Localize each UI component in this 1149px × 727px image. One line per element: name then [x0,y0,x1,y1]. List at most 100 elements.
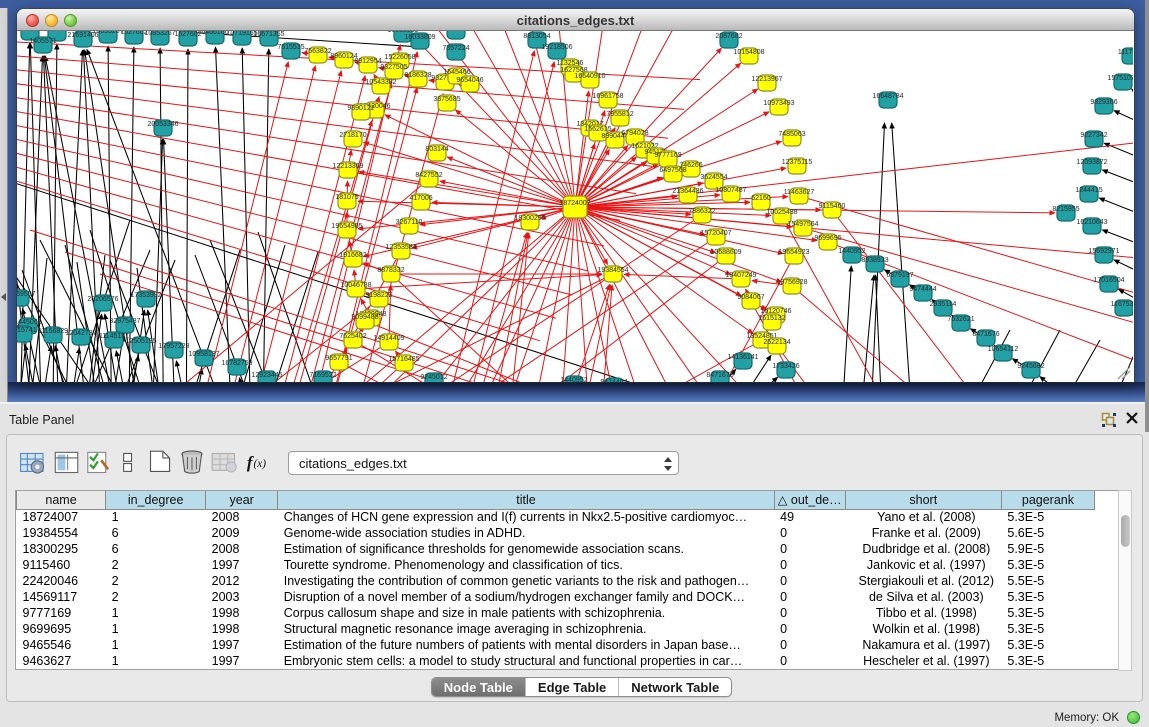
svg-text:9115460: 9115460 [819,203,846,210]
svg-text:1167533: 1167533 [1111,301,1133,308]
svg-text:8471676: 8471676 [972,331,999,338]
svg-text:1117530: 1117530 [1118,49,1133,56]
svg-text:3624554: 3624554 [700,174,727,181]
svg-text:9227342: 9227342 [1080,132,1107,139]
svg-text:10688609: 10688609 [710,249,741,256]
svg-text:10654112: 10654112 [988,346,1019,353]
svg-text:12375115: 12375115 [782,159,813,166]
svg-text:9198222: 9198222 [365,292,392,299]
svg-text:15751074: 15751074 [1107,75,1133,82]
svg-text:7563822: 7563822 [304,48,331,55]
svg-text:12923445: 12923445 [251,372,282,379]
svg-text:7357224: 7357224 [442,45,469,52]
svg-text:10973493: 10973493 [763,100,794,107]
svg-text:7632621: 7632621 [947,316,974,323]
svg-text:14136141: 14136141 [727,354,758,361]
svg-text:3875685: 3875685 [433,96,460,103]
svg-text:11156829: 11156829 [38,328,68,335]
svg-text:17353992: 17353992 [130,292,161,299]
svg-text:20053346: 20053346 [147,121,178,128]
svg-text:11463627: 11463627 [784,189,815,196]
svg-text:1527602: 1527602 [174,31,201,38]
svg-text:12213967: 12213967 [751,76,782,83]
svg-text:3267110: 3267110 [396,219,423,226]
svg-text:21364436: 21364436 [672,188,703,195]
svg-text:1615132: 1615132 [758,315,785,322]
svg-text:10958137: 10958137 [188,351,219,358]
svg-text:1733426: 1733426 [772,363,799,370]
svg-text:15692971: 15692971 [1088,248,1119,255]
svg-text:7485063: 7485063 [778,131,805,138]
svg-text:15497564: 15497564 [787,221,818,228]
svg-text:18724007: 18724007 [559,200,590,207]
svg-text:8215955: 8215955 [1052,206,1079,213]
svg-text:18407249: 18407249 [725,272,756,279]
svg-text:181075: 181075 [335,194,358,201]
svg-text:9084067: 9084067 [737,294,764,301]
svg-text:12353584: 12353584 [385,244,416,251]
svg-text:62160: 62160 [751,195,771,202]
svg-text:19756928: 19756928 [776,279,807,286]
svg-text:9657791: 9657791 [325,355,352,362]
svg-text:7886322: 7886322 [688,208,715,215]
svg-text:17016504: 17016504 [1093,277,1124,284]
svg-text:9699695: 9699695 [814,235,841,242]
svg-text:16782759: 16782759 [221,360,252,367]
svg-text:8878332: 8878332 [377,267,404,274]
svg-text:15226058: 15226058 [384,54,415,61]
svg-text:12093872: 12093872 [1076,159,1107,166]
svg-text:1562615: 1562615 [584,126,611,133]
svg-text:7625402: 7625402 [339,333,366,340]
svg-text:8186328: 8186328 [404,72,431,79]
svg-text:17957223: 17957223 [158,343,189,350]
svg-text:1405571: 1405571 [29,38,56,45]
svg-text:2718170: 2718170 [339,132,366,139]
svg-text:15720407: 15720407 [700,230,731,237]
svg-text:6497568: 6497568 [659,167,686,174]
svg-text:1440952: 1440952 [838,248,865,255]
svg-text:32975487: 32975487 [109,318,140,325]
svg-text:14914409: 14914409 [373,335,404,342]
svg-text:417006: 417006 [409,195,432,202]
svg-text:9245682: 9245682 [1017,363,1044,370]
svg-text:9654046: 9654046 [456,77,483,84]
svg-text:26269507: 26269507 [17,291,36,298]
svg-text:12042737: 12042737 [65,330,96,337]
svg-text:1440952: 1440952 [560,377,587,382]
svg-text:10807487: 10807487 [715,187,746,194]
svg-text:2935114: 2935114 [930,301,957,308]
svg-text:9474404: 9474404 [600,379,627,382]
svg-text:8471676: 8471676 [706,372,733,379]
svg-text:20206576: 20206576 [87,296,118,303]
svg-text:8938923: 8938923 [861,257,888,264]
svg-text:1545466: 1545466 [443,69,470,76]
svg-text:803144: 803144 [425,146,448,153]
svg-text:12505195: 12505195 [125,338,156,345]
svg-text:1916682: 1916682 [339,252,366,259]
svg-text:1244415: 1244415 [1075,187,1102,194]
svg-text:10853267: 10853267 [144,31,175,37]
svg-text:6794028: 6794028 [621,130,648,137]
svg-text:9327505: 9327505 [380,64,407,71]
svg-text:19654905: 19654905 [331,223,362,230]
svg-text:7169522: 7169522 [309,372,336,379]
svg-text:16648784: 16648784 [872,93,903,100]
svg-text:19654923: 19654923 [778,249,809,256]
svg-text:8427552: 8427552 [415,172,442,179]
svg-text:10154808: 10154808 [733,49,764,56]
svg-text:19384554: 19384554 [597,267,628,274]
svg-text:2522134: 2522134 [763,339,790,346]
svg-text:16671355: 16671355 [253,31,284,38]
svg-text:16640910: 16640910 [574,73,605,80]
svg-text:12213369: 12213369 [332,163,363,170]
svg-text:8813054: 8813054 [523,33,550,40]
svg-text:7955812: 7955812 [606,111,633,118]
svg-text:10853267: 10853267 [92,31,123,35]
svg-text:18300295: 18300295 [514,215,545,222]
svg-text:9474444: 9474444 [909,286,936,293]
svg-text:16210643: 16210643 [1076,219,1107,226]
svg-text:10046788: 10046788 [340,282,371,289]
svg-text:9777169: 9777169 [654,152,681,159]
svg-text:15716485: 15716485 [388,356,419,363]
svg-text:10543382: 10543382 [365,79,396,86]
